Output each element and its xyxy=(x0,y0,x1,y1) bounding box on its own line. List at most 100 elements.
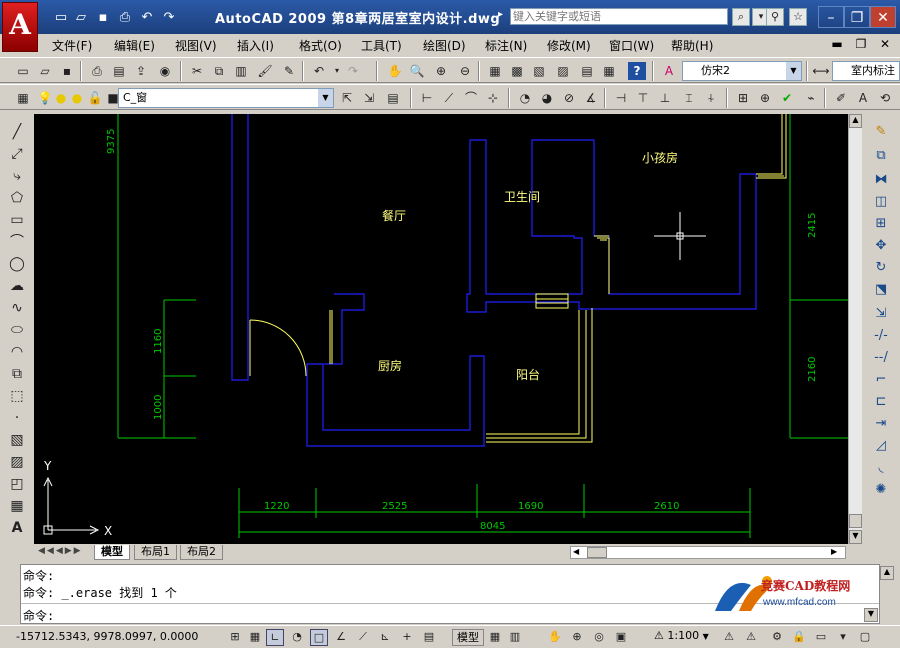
dynamic-input-icon[interactable]: ⊾ xyxy=(376,629,394,646)
rectangle-icon[interactable]: ▭ xyxy=(6,210,28,230)
chamfer-icon[interactable]: ◿ xyxy=(870,436,892,456)
cmd-scroll-down-icon[interactable]: ▼ xyxy=(864,608,878,622)
explode-icon[interactable]: ✺ xyxy=(870,480,892,500)
favorites-star-icon[interactable]: ☆ xyxy=(789,8,807,26)
dim-jogged-icon[interactable]: ◕ xyxy=(538,89,556,107)
tab-model[interactable]: 模型 xyxy=(94,545,130,560)
menu-format[interactable]: 格式(O) xyxy=(299,37,342,54)
spline-icon[interactable]: ∿ xyxy=(6,298,28,318)
dim-radius-icon[interactable]: ◔ xyxy=(516,89,534,107)
ellipse-icon[interactable]: ⬭ xyxy=(6,320,28,340)
extend-icon[interactable]: --/ xyxy=(870,348,892,368)
copy-icon[interactable]: ⧉ xyxy=(210,62,228,80)
text-style-select[interactable]: 仿宋2 ▼ xyxy=(682,61,802,81)
inspection-icon[interactable]: ✔ xyxy=(778,89,796,107)
menu-draw[interactable]: 绘图(D) xyxy=(423,37,466,54)
quick-dim-icon[interactable]: ⊣ xyxy=(612,89,630,107)
save-icon[interactable]: ▪ xyxy=(58,62,76,80)
table-icon[interactable]: ▦ xyxy=(6,496,28,516)
ortho-mode-icon[interactable]: ∟ xyxy=(266,629,284,646)
tray-settings-icon[interactable]: ▭ xyxy=(812,629,830,646)
hatch-icon[interactable]: ▧ xyxy=(6,430,28,450)
dim-update-icon[interactable]: ⟲ xyxy=(876,89,894,107)
break-icon[interactable]: ⊏ xyxy=(870,392,892,412)
status-menu-icon[interactable]: ▾ xyxy=(834,629,852,646)
arc-icon[interactable]: ⌒ xyxy=(6,232,28,252)
drawing-area[interactable]: 餐厅 卫生间 小孩房 厨房 阳台 1220 2525 1690 2610 804… xyxy=(34,114,848,544)
menu-help[interactable]: 帮助(H) xyxy=(671,37,713,54)
markup-icon[interactable]: ▤ xyxy=(578,62,596,80)
tab-layout2[interactable]: 布局2 xyxy=(180,545,223,560)
point-icon[interactable]: · xyxy=(6,408,28,428)
app-menu-logo[interactable]: A xyxy=(2,2,38,52)
close-button[interactable]: ✕ xyxy=(870,6,896,28)
search-input[interactable]: 键入关键字或短语 xyxy=(510,8,728,25)
new-icon[interactable]: ▭ xyxy=(14,62,32,80)
zoom-window-icon[interactable]: ⊕ xyxy=(432,62,450,80)
sheet-set-icon[interactable]: ▨ xyxy=(554,62,572,80)
otrack-icon[interactable]: ∠ xyxy=(332,629,350,646)
layer-select[interactable]: C_窗 ▼ xyxy=(118,88,334,108)
communication-icon[interactable]: ⚲ xyxy=(766,8,784,26)
calculator-icon[interactable]: ▦ xyxy=(600,62,618,80)
print-icon[interactable]: ⎙ xyxy=(116,9,134,27)
menu-dimension[interactable]: 标注(N) xyxy=(485,37,527,54)
search-icon[interactable]: ⌕ xyxy=(732,8,750,26)
polygon-icon[interactable]: ⬠ xyxy=(6,188,28,208)
tab-nav-arrows-icon[interactable]: ◀◀◀▶▶ xyxy=(38,546,83,556)
revision-cloud-icon[interactable]: ☁ xyxy=(6,276,28,296)
minimize-button[interactable]: – xyxy=(818,6,844,28)
text-style-icon[interactable]: A xyxy=(660,62,678,80)
lock-icon[interactable]: 🔒 xyxy=(790,629,808,646)
paste-icon[interactable]: ▥ xyxy=(232,62,250,80)
dim-arc-icon[interactable]: ⌒ xyxy=(462,89,480,107)
plot-preview-icon[interactable]: ▤ xyxy=(110,62,128,80)
menu-window[interactable]: 窗口(W) xyxy=(609,37,654,54)
redo-icon[interactable]: ↷ xyxy=(160,9,178,27)
open-icon[interactable]: ▱ xyxy=(36,62,54,80)
plot-icon[interactable]: ⎙ xyxy=(88,62,106,80)
grid-display-icon[interactable]: ▦ xyxy=(246,629,264,646)
3d-dwf-icon[interactable]: ◉ xyxy=(156,62,174,80)
jogged-linear-icon[interactable]: ⌁ xyxy=(802,89,820,107)
pan-status-icon[interactable]: ✋ xyxy=(546,629,564,646)
match-properties-icon[interactable]: 🖌 xyxy=(256,62,274,80)
publish-icon[interactable]: ⇪ xyxy=(132,62,150,80)
command-prompt[interactable]: 命令: xyxy=(23,607,54,624)
rotate-icon[interactable]: ↻ xyxy=(870,258,892,278)
menu-tools[interactable]: 工具(T) xyxy=(361,37,402,54)
design-center-icon[interactable]: ▩ xyxy=(508,62,526,80)
trim-icon[interactable]: -/- xyxy=(870,326,892,346)
dynamic-ucs-icon[interactable]: ⟋ xyxy=(354,629,372,646)
dim-linear-icon[interactable]: ⊢ xyxy=(418,89,436,107)
polar-tracking-icon[interactable]: ◔ xyxy=(288,629,306,646)
scroll-up-icon[interactable]: ▲ xyxy=(849,114,862,128)
clean-screen-icon[interactable]: ▢ xyxy=(856,629,874,646)
annotation-scale[interactable]: ⚠ 1:100 ▼ xyxy=(654,629,709,642)
maximize-button[interactable]: ❐ xyxy=(844,6,870,28)
redo-icon[interactable]: ↷ xyxy=(344,62,362,80)
tab-layout1[interactable]: 布局1 xyxy=(134,545,177,560)
dim-edit-icon[interactable]: ✐ xyxy=(832,89,850,107)
save-icon[interactable]: ▪ xyxy=(94,9,112,27)
menu-insert[interactable]: 插入(I) xyxy=(237,37,274,54)
doc-restore-button[interactable]: ❐ xyxy=(852,37,870,53)
quick-view-drawings-icon[interactable]: ▥ xyxy=(506,629,524,646)
menu-modify[interactable]: 修改(M) xyxy=(547,37,591,54)
dim-space-icon[interactable]: ⌶ xyxy=(680,89,698,107)
dim-aligned-icon[interactable]: ⟋ xyxy=(440,89,458,107)
doc-close-button[interactable]: ✕ xyxy=(876,37,894,53)
snap-mode-icon[interactable]: ⊞ xyxy=(226,629,244,646)
cmd-scroll-up-icon[interactable]: ▲ xyxy=(880,566,894,580)
construction-line-icon[interactable]: ⤢ xyxy=(6,144,28,164)
offset-icon[interactable]: ◫ xyxy=(870,192,892,212)
dim-style-icon[interactable]: ⟷ xyxy=(812,62,830,80)
insert-block-icon[interactable]: ⧉ xyxy=(6,364,28,384)
dim-baseline-icon[interactable]: ⊤ xyxy=(634,89,652,107)
dim-break-icon[interactable]: ⍭ xyxy=(702,89,720,107)
move-icon[interactable]: ✥ xyxy=(870,236,892,256)
dim-style-select[interactable]: 室内标注 xyxy=(832,61,900,81)
undo-icon[interactable]: ↶ xyxy=(138,9,156,27)
model-space-button[interactable]: 模型 xyxy=(452,629,484,646)
layer-properties-icon[interactable]: ▦ xyxy=(14,89,32,107)
